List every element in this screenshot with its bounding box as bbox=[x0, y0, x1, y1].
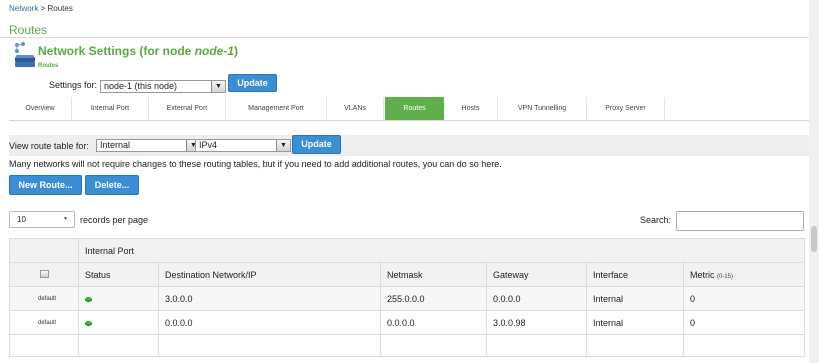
interface-select[interactable]: Internal ▼ bbox=[96, 139, 201, 152]
table-empty-row bbox=[9, 334, 806, 357]
page-scrollbar[interactable] bbox=[809, 0, 819, 363]
heading-suffix: ) bbox=[234, 44, 239, 58]
column-metric-label: Metric bbox=[690, 269, 715, 280]
search-input[interactable] bbox=[676, 211, 804, 231]
breadcrumb-current: Routes bbox=[47, 4, 73, 13]
table-row[interactable]: default 0.0.0.0 0.0.0.0 3.0.0.98 Interna… bbox=[9, 310, 806, 335]
ip-version-select-value: IPv4 bbox=[199, 140, 218, 150]
page-size-select[interactable]: 10 ▼ bbox=[9, 211, 75, 228]
column-status[interactable]: Status bbox=[78, 262, 159, 287]
heading-prefix: Network Settings (for node bbox=[38, 44, 195, 58]
sub-heading: Routes bbox=[38, 63, 59, 69]
chevron-down-icon: ▼ bbox=[276, 140, 290, 151]
new-route-button[interactable]: New Route... bbox=[9, 175, 82, 195]
node-select-value: node-1 (this node) bbox=[104, 81, 178, 91]
node-select[interactable]: node-1 (this node) ▼ bbox=[100, 80, 226, 93]
gateway-cell: 0.0.0.0 bbox=[486, 286, 587, 311]
tab-proxy-server[interactable]: Proxy Server bbox=[587, 97, 665, 120]
records-per-page-label: records per page bbox=[80, 215, 149, 225]
tab-external-port[interactable]: External Port bbox=[149, 97, 226, 120]
chevron-down-icon: ▼ bbox=[63, 216, 68, 222]
breadcrumb: Network > Routes bbox=[9, 4, 73, 13]
column-destination[interactable]: Destination Network/IP bbox=[158, 262, 381, 287]
tab-management-port[interactable]: Management Port bbox=[226, 97, 327, 120]
chevron-down-icon: ▼ bbox=[211, 81, 225, 92]
status-cell bbox=[78, 310, 159, 335]
netmask-cell: 255.0.0.0 bbox=[380, 286, 487, 311]
breadcrumb-network-link[interactable]: Network bbox=[9, 4, 38, 13]
destination-cell: 0.0.0.0 bbox=[158, 310, 381, 335]
metric-cell: 0 bbox=[682, 286, 806, 311]
network-settings-heading: Network Settings (for node node-1) bbox=[38, 44, 238, 58]
column-metric[interactable]: Metric (0-15) bbox=[682, 262, 806, 287]
table-header-row: Status Destination Network/IP Netmask Ga… bbox=[9, 262, 806, 287]
column-interface[interactable]: Interface bbox=[586, 262, 684, 287]
select-all-checkbox-icon[interactable] bbox=[39, 269, 49, 278]
row-label: default bbox=[9, 286, 79, 311]
netmask-cell: 0.0.0.0 bbox=[380, 310, 487, 335]
tab-routes[interactable]: Routes bbox=[385, 97, 444, 120]
status-cell bbox=[78, 286, 159, 311]
page-size-value: 10 bbox=[17, 215, 26, 224]
metric-range-label: (0-15) bbox=[717, 273, 734, 280]
route-table-update-button[interactable]: Update bbox=[292, 135, 341, 154]
destination-cell: 3.0.0.0 bbox=[158, 286, 381, 311]
heading-node-name: node-1 bbox=[194, 44, 235, 58]
interface-cell: Internal bbox=[586, 286, 684, 311]
interface-select-value: Internal bbox=[100, 140, 131, 150]
scrollbar-thumb[interactable] bbox=[811, 226, 817, 252]
tab-overview[interactable]: Overview bbox=[9, 97, 72, 120]
column-gateway[interactable]: Gateway bbox=[486, 262, 587, 287]
tab-vpn-tunnelling[interactable]: VPN Tunnelling bbox=[498, 97, 587, 120]
route-table-toolbar: View route table for: Internal ▼ IPv4 ▼ … bbox=[9, 135, 809, 156]
row-label: default bbox=[9, 310, 79, 335]
group-label-internal-port: Internal Port bbox=[77, 238, 806, 263]
select-all-checkbox-cell[interactable] bbox=[9, 262, 79, 287]
tab-hosts[interactable]: Hosts bbox=[444, 97, 498, 120]
page-title: Routes bbox=[9, 23, 48, 37]
settings-update-button[interactable]: Update bbox=[228, 74, 277, 92]
status-ok-icon bbox=[85, 296, 92, 302]
routes-info-text: Many networks will not require changes t… bbox=[9, 159, 502, 169]
view-route-table-label: View route table for: bbox=[9, 141, 89, 151]
network-settings-icon bbox=[15, 42, 35, 67]
gateway-cell: 3.0.0.98 bbox=[486, 310, 587, 335]
tab-internal-port[interactable]: Internal Port bbox=[72, 97, 149, 120]
settings-for-label: Settings for: bbox=[49, 80, 98, 90]
routes-table: Internal Port Status Destination Network… bbox=[9, 238, 806, 357]
column-netmask[interactable]: Netmask bbox=[380, 262, 487, 287]
search-label: Search: bbox=[640, 215, 672, 225]
group-spacer-cell bbox=[9, 238, 79, 263]
status-ok-icon bbox=[85, 320, 92, 326]
title-divider bbox=[0, 37, 819, 38]
tab-bar: Overview Internal Port External Port Man… bbox=[9, 97, 819, 121]
delete-button[interactable]: Delete... bbox=[85, 175, 139, 195]
ip-version-select[interactable]: IPv4 ▼ bbox=[195, 139, 291, 152]
metric-cell: 0 bbox=[682, 310, 806, 335]
interface-cell: Internal bbox=[586, 310, 684, 335]
table-row[interactable]: default 3.0.0.0 255.0.0.0 0.0.0.0 Intern… bbox=[9, 286, 806, 311]
tab-vlans[interactable]: VLANs bbox=[327, 97, 384, 120]
table-group-header: Internal Port bbox=[9, 238, 806, 263]
